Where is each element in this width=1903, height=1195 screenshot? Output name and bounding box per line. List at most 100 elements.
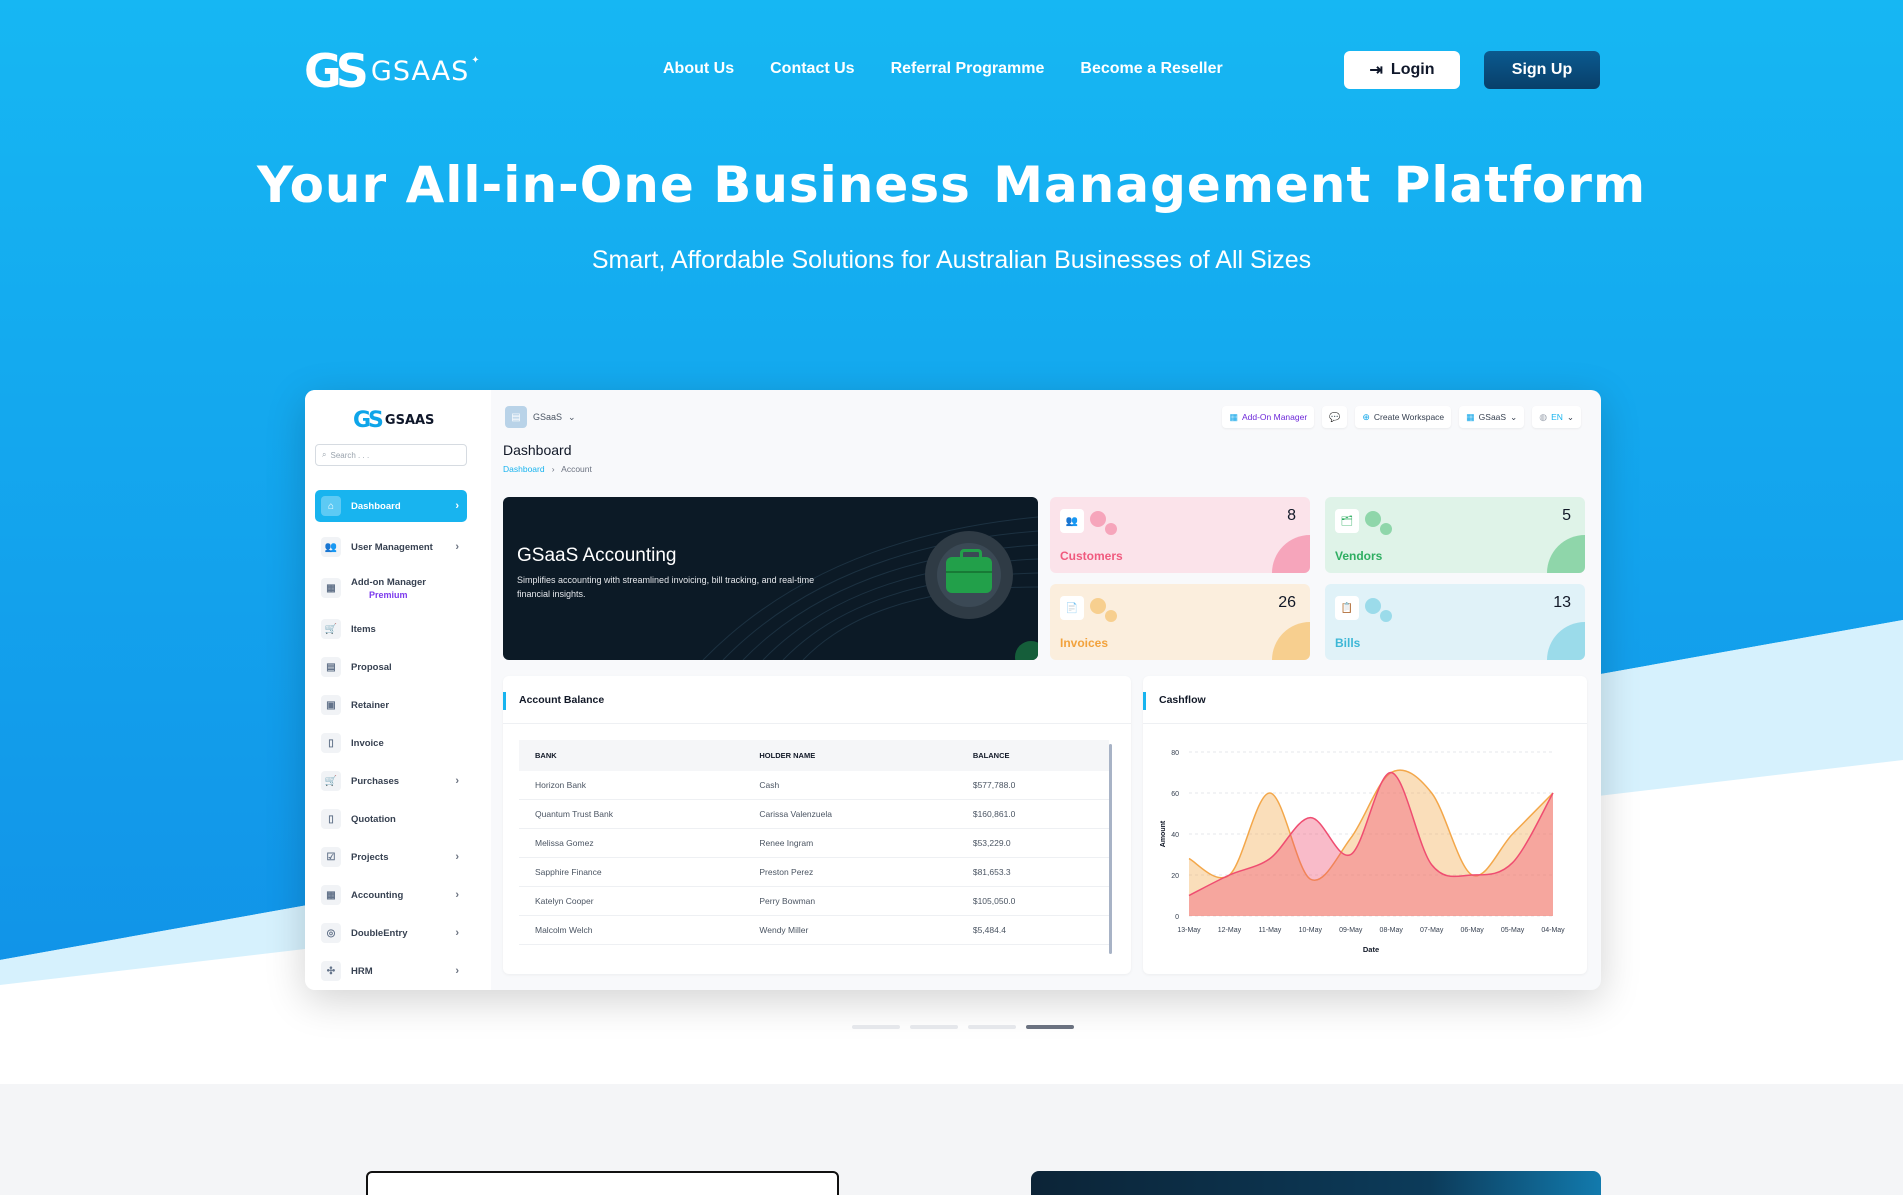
breadcrumb-separator-icon: › [546,464,560,474]
table-header: HOLDER NAME [743,740,957,771]
nav-contact-us[interactable]: Contact Us [770,60,854,78]
stat-corner [1272,622,1310,660]
sidebar-item-doubleentry[interactable]: ◎ DoubleEntry › [315,914,467,952]
chevron-right-icon: › [455,927,459,939]
sidebar-item-accounting[interactable]: ▦ Accounting › [315,876,467,914]
grid-icon: ▦ [1229,411,1238,422]
nav-about-us[interactable]: About Us [663,60,734,78]
stat-blob [1105,523,1117,535]
sidebar-item-purchases[interactable]: 🛒 Purchases › [315,762,467,800]
sidebar-item-label: DoubleEntry [351,927,408,939]
x-tick-label: 07-May [1420,927,1444,934]
sidebar-item-label: Add-on Manager [351,576,426,588]
stat-blob [1105,610,1117,622]
sidebar-item-proposal[interactable]: ▤ Proposal [315,648,467,686]
gsaas-menu-label: GSaaS [1478,412,1507,422]
top-navigation: GS GSAAS ✦ About Us Contact Us Referral … [304,44,1600,98]
table-cell: Melissa Gomez [519,828,744,858]
chevron-right-icon: › [455,965,459,977]
stat-blob [1365,511,1381,527]
sidebar-menu: ⌂ Dashboard › 👥 User Management › ▦ Add-on Mana… [315,490,467,990]
stat-card-customers[interactable]: 👥 8 Customers [1050,497,1310,573]
stat-label: Vendors [1335,549,1383,563]
carousel-dot[interactable] [852,1025,900,1029]
stat-card-bills[interactable]: 📋 13 Bills [1325,584,1585,660]
x-tick-label: 11-May [1258,927,1281,934]
table-row[interactable]: Sapphire Finance Preston Perez $81,653.3 [519,857,1109,887]
nav-become-reseller[interactable]: Become a Reseller [1080,60,1222,78]
sidebar-item-projects[interactable]: ☑ Projects › [315,838,467,876]
stat-blob [1380,523,1392,535]
sidebar-item-add-on-manager[interactable]: ▦ Add-on Manager Premium [315,566,467,610]
brand-logo[interactable]: GS GSAAS ✦ [304,48,480,94]
stat-blob [1090,511,1106,527]
sidebar-item-user-management[interactable]: 👥 User Management › [315,528,467,566]
table-cell: $160,861.0 [956,799,1109,829]
sidebar-item-invoice[interactable]: ▯ Invoice [315,724,467,762]
premium-badge: Premium [369,589,408,600]
stat-card-invoices[interactable]: 📄 26 Invoices [1050,584,1310,660]
carousel-indicators [852,1025,1074,1029]
sidebar-search-input[interactable]: ⌕ Search . . . [315,444,467,466]
carousel-dot[interactable] [1026,1025,1074,1029]
table-cell: $577,788.0 [956,771,1109,800]
nav-referral-programme[interactable]: Referral Programme [891,60,1045,78]
invoice-icon: 📄 [1060,596,1084,620]
chevron-right-icon: › [455,775,459,787]
doubleentry-icon: ◎ [321,923,341,943]
sidebar-item-items[interactable]: 🛒 Items [315,610,467,648]
login-button[interactable]: ⇥ Login [1344,51,1460,89]
table-cell: Sapphire Finance [519,857,744,887]
logo-sparkle-icon: ✦ [471,54,480,66]
sidebar-item-label: Projects [351,851,389,863]
stat-label: Customers [1060,549,1123,563]
sidebar-item-label: User Management [351,541,433,553]
sidebar-item-retainer[interactable]: ▣ Retainer [315,686,467,724]
stat-blob [1380,610,1392,622]
x-tick-label: 08-May [1380,927,1404,934]
x-tick-label: 04-May [1541,927,1565,934]
accounting-icon: ▦ [321,885,341,905]
sidebar-item-quotation[interactable]: ▯ Quotation [315,800,467,838]
sidebar-item-dashboard[interactable]: ⌂ Dashboard › [315,490,467,522]
table-row[interactable]: Melissa Gomez Renee Ingram $53,229.0 [519,828,1109,858]
hero-subtitle: Smart, Affordable Solutions for Australi… [591,246,1312,274]
workspace-selector[interactable]: ▤ GSaaS ⌄ [505,406,576,428]
table-cell: $5,484.4 [956,915,1109,945]
workspace-name: GSaaS [533,412,563,422]
sidebar-item-hrm[interactable]: ✣ HRM › [315,952,467,990]
table-row[interactable]: Malcolm Welch Wendy Miller $5,484.4 [519,915,1109,945]
stat-corner [1272,535,1310,573]
stat-card-vendors[interactable]: 🗂 5 Vendors [1325,497,1585,573]
sidebar-logo[interactable]: GS GSAAS [353,408,434,433]
x-tick-label: 10-May [1299,927,1323,934]
language-selector[interactable]: ◍ EN ⌄ [1532,406,1581,428]
chevron-down-icon: ⌄ [568,411,576,422]
create-workspace-button[interactable]: ⊕ Create Workspace [1355,406,1452,428]
table-row[interactable]: Horizon Bank Cash $577,788.0 [519,771,1109,800]
table-cell: Katelyn Cooper [519,886,744,916]
stat-value: 26 [1278,594,1296,611]
table-cell: $105,050.0 [956,886,1109,916]
signup-button[interactable]: Sign Up [1484,51,1600,89]
account-balance-panel: Account Balance BANK HOLDER NAME BALANCE… [503,676,1131,974]
table-scrollbar[interactable] [1109,744,1112,954]
table-cell: Preston Perez [743,857,957,887]
bill-icon: 📋 [1335,596,1359,620]
chat-button[interactable]: 💬 [1322,406,1348,428]
nav-links: About Us Contact Us Referral Programme B… [663,60,1223,78]
breadcrumb-home[interactable]: Dashboard [503,464,545,474]
sidebar-item-label: Accounting [351,889,404,901]
addon-manager-button[interactable]: ▦ Add-On Manager [1222,406,1315,428]
carousel-dot[interactable] [910,1025,958,1029]
carousel-dot[interactable] [968,1025,1016,1029]
users-icon: 👥 [1060,509,1084,533]
page-title: Dashboard [503,442,572,458]
gsaas-menu-button[interactable]: ▦ GSaaS ⌄ [1459,406,1525,428]
sidebar-item-label: Invoice [351,737,384,749]
table-row[interactable]: Quantum Trust Bank Carissa Valenzuela $160… [519,799,1109,829]
x-tick-label: 06-May [1460,927,1484,934]
dashboard-preview: GS GSAAS ⌕ Search . . . ⌂ Dashboard › 👥 User… [305,390,1601,990]
sidebar-item-label: Retainer [351,699,390,711]
table-row[interactable]: Katelyn Cooper Perry Bowman $105,050.0 [519,886,1109,916]
